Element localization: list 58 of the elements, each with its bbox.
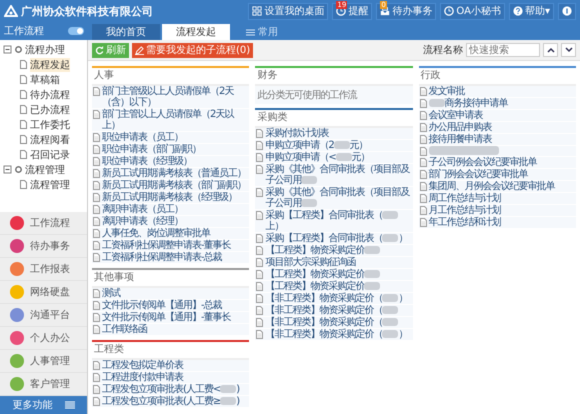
pencil-icon (135, 46, 144, 54)
list-icon (246, 28, 255, 36)
refresh-icon (95, 46, 104, 54)
tab[interactable]: 我的首页 (92, 24, 160, 40)
chevron-down-icon (564, 47, 572, 53)
sidebar-title: 工作流程 (4, 24, 44, 38)
user-button[interactable] (558, 2, 576, 20)
empty-message: 此分类无可使用的工作流 (255, 86, 413, 104)
collapse-icon[interactable] (3, 165, 12, 174)
tab[interactable]: 流程发起 (162, 24, 230, 40)
menu-icon (64, 401, 74, 409)
nav-item[interactable]: 个人办公 (0, 327, 87, 350)
tree-item[interactable]: 流程阅看 (30, 132, 70, 146)
form-link[interactable]: 测试 (102, 288, 120, 299)
nav-label: 工作流程 (30, 216, 70, 230)
header-button[interactable]: OA小秘书 (440, 2, 505, 20)
search-label: 流程名称 (423, 44, 463, 57)
collapse-icon[interactable] (3, 45, 12, 54)
tray-icon (380, 6, 390, 16)
nav-label: 待办事务 (30, 240, 70, 253)
nav-item[interactable]: 待办事务 (0, 235, 87, 258)
user-icon (562, 6, 572, 16)
tree-item[interactable]: 召回记录 (30, 148, 70, 162)
tree-item[interactable]: 待办流程 (30, 88, 70, 102)
help-icon (512, 6, 523, 16)
nav-label: 个人办公 (30, 332, 70, 345)
nav-item[interactable]: 沟通平台 (0, 304, 87, 327)
toggle-switch[interactable] (68, 27, 84, 35)
nav-label: 网络硬盘 (30, 286, 70, 299)
nav-item[interactable]: 人事管理 (0, 350, 87, 373)
tree-folder[interactable]: 流程管理 (25, 162, 65, 176)
grid-icon (252, 6, 262, 16)
page-icon (19, 180, 28, 189)
nav-item[interactable]: 工作流程 (0, 212, 87, 235)
nav-item[interactable]: 工作报表 (0, 258, 87, 281)
more-button[interactable]: 更多功能 (0, 396, 87, 414)
tree-item[interactable]: 流程管理 (30, 178, 70, 192)
header-button[interactable]: 设置我的桌面 (248, 2, 328, 20)
search-field[interactable]: 快速搜索 (466, 43, 540, 57)
nav-label: 人事管理 (30, 354, 70, 368)
up-button[interactable] (543, 43, 558, 57)
down-button[interactable] (561, 43, 576, 57)
clock-icon (444, 6, 454, 16)
logo-icon (4, 5, 18, 17)
tree-item[interactable]: 草稿箱 (30, 72, 60, 86)
clock-icon (336, 6, 346, 16)
header-button[interactable]: 帮助▾ (508, 2, 554, 20)
chevron-up-icon (546, 47, 554, 53)
nav-label: 客户管理 (30, 378, 70, 391)
tree-folder[interactable]: 流程办理 (25, 42, 65, 56)
tree-item[interactable]: 工作委托 (30, 118, 70, 132)
tree-item[interactable]: 流程发起 (30, 58, 70, 72)
nav-label: 工作报表 (30, 262, 70, 276)
tree-item[interactable]: 已办流程 (30, 102, 70, 116)
nav-label: 沟通平台 (30, 308, 70, 322)
subflow-button[interactable]: 需要我发起的子流程(0) (132, 42, 254, 58)
company-name: 广州协众软件科技有限公司 (21, 4, 153, 18)
nav-item[interactable]: 网络硬盘 (0, 281, 87, 304)
